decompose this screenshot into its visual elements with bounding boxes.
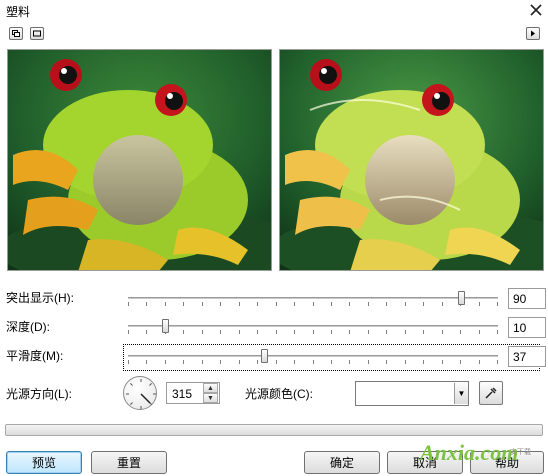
window-title: 塑料: [6, 5, 31, 19]
reset-button[interactable]: 重置: [91, 451, 167, 474]
highlight-value-input[interactable]: 90: [508, 288, 546, 309]
depth-slider[interactable]: [128, 319, 498, 335]
result-preview[interactable]: [279, 49, 544, 271]
slider-ticks: [128, 330, 498, 334]
slider-thumb[interactable]: [161, 319, 169, 333]
highlight-label: 突出显示(H):: [6, 291, 74, 305]
spin-up-icon[interactable]: ▲: [203, 383, 218, 393]
watermark-logo: Anxia.com: [420, 440, 519, 465]
light-direction-dial[interactable]: [123, 376, 157, 410]
slider-ticks: [128, 302, 498, 306]
slider-track: [128, 355, 498, 357]
light-color-dropdown[interactable]: ▼: [355, 381, 469, 406]
preview-button[interactable]: 预览: [6, 451, 82, 474]
title-bar: [0, 0, 548, 20]
light-color-label: 光源颜色(C):: [245, 387, 313, 401]
slider-track: [128, 325, 498, 327]
light-direction-value: 315: [172, 387, 193, 401]
spin-down-icon[interactable]: ▼: [203, 393, 218, 403]
slider-track: [128, 297, 498, 299]
watermark-subtext: 安下载: [510, 449, 531, 456]
close-icon[interactable]: [526, 0, 546, 20]
ok-button[interactable]: 确定: [304, 451, 380, 474]
smoothness-value-input[interactable]: 37: [508, 346, 546, 367]
smoothness-slider[interactable]: [128, 349, 498, 365]
chevron-down-icon[interactable]: ▼: [454, 383, 468, 404]
highlight-slider[interactable]: [128, 291, 498, 307]
expand-arrow-icon[interactable]: [526, 27, 540, 40]
slider-thumb[interactable]: [261, 349, 269, 363]
single-preview-icon[interactable]: [30, 27, 44, 40]
slider-ticks: [128, 360, 498, 364]
dual-preview-icon[interactable]: [9, 27, 23, 40]
eyedropper-icon[interactable]: [479, 381, 503, 405]
light-direction-label: 光源方向(L):: [6, 387, 73, 401]
smoothness-label: 平滑度(M):: [6, 349, 64, 363]
depth-label: 深度(D):: [6, 320, 50, 334]
original-preview[interactable]: [7, 49, 272, 271]
slider-thumb[interactable]: [457, 291, 465, 305]
light-direction-spinner[interactable]: 315 ▲ ▼: [166, 382, 220, 404]
progress-bar: [5, 424, 543, 436]
depth-value-input[interactable]: 10: [508, 317, 546, 338]
